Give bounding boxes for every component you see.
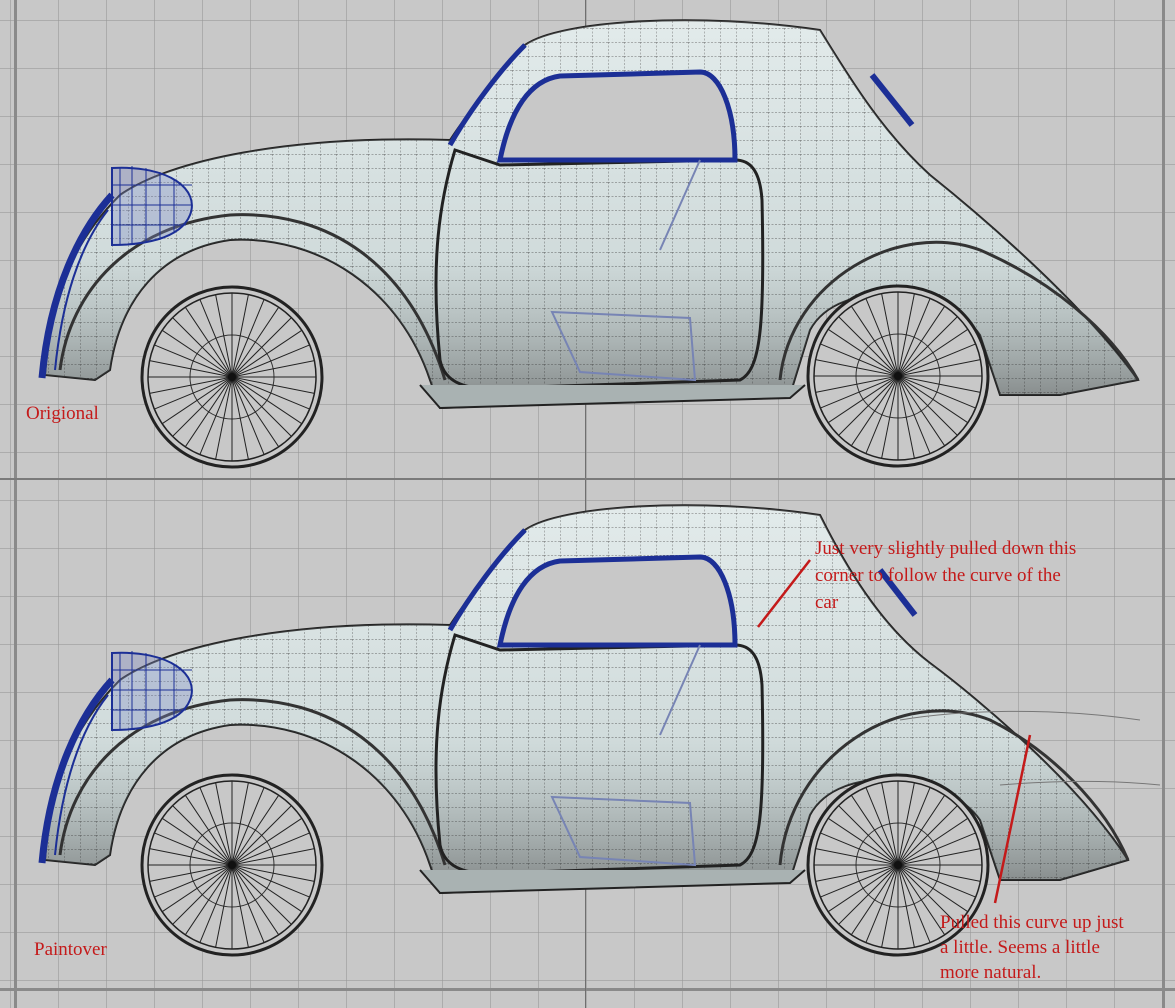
curve-note-line: a little. Seems a little: [940, 937, 1100, 958]
viewport[interactable]: Origional Paintover Just very slightly p…: [0, 0, 1175, 1008]
original-label: Origional: [26, 403, 99, 424]
car-model-original[interactable]: [0, 0, 1175, 480]
running-board: [419, 384, 806, 410]
wheel-icon[interactable]: [806, 284, 990, 468]
roof-note: Just very slightly pulled down this corn…: [815, 535, 1155, 616]
wheel-icon[interactable]: [140, 773, 324, 957]
running-board: [419, 869, 806, 895]
side-window[interactable]: [496, 69, 738, 163]
viewport-border-bottom: [0, 988, 1175, 991]
roof-note-line: car: [815, 592, 839, 613]
side-window[interactable]: [496, 554, 738, 648]
curve-note-line: more natural.: [940, 962, 1042, 983]
wheel-icon[interactable]: [140, 285, 324, 469]
paintover-label: Paintover: [34, 939, 107, 960]
roof-note-line: corner to follow the curve of the: [815, 565, 1061, 586]
roof-note-line: Just very slightly pulled down this: [815, 538, 1077, 559]
curve-note: Pulled this curve up just a little. Seem…: [940, 910, 1165, 985]
curve-note-line: Pulled this curve up just: [940, 912, 1124, 933]
